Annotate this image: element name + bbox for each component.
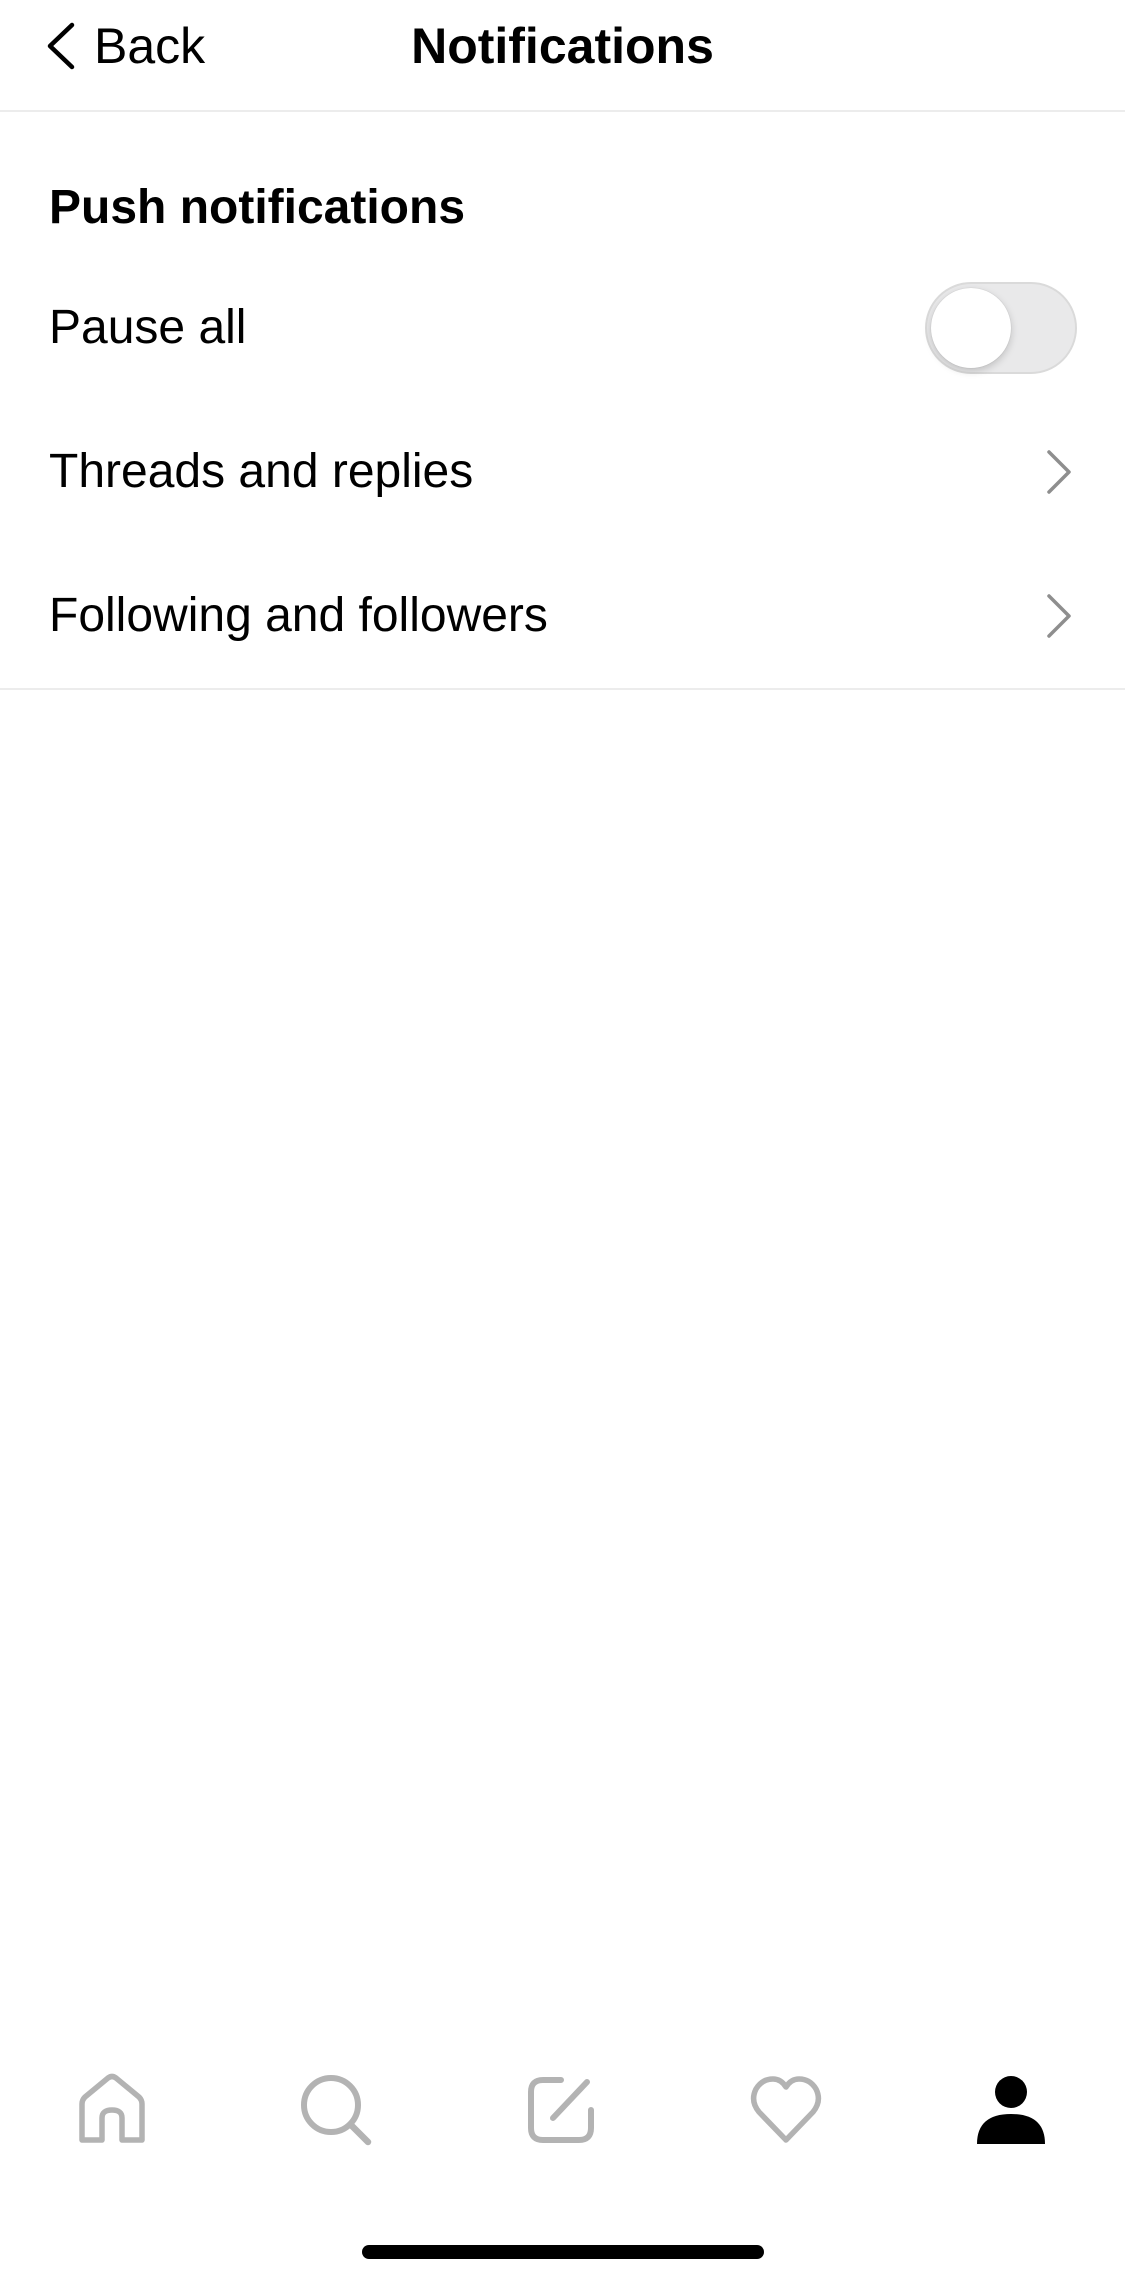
- search-icon: [301, 2075, 372, 2146]
- bottom-tab-bar: [0, 2060, 1125, 2160]
- setting-label: Pause all: [49, 301, 247, 354]
- compose-icon: [528, 2077, 594, 2143]
- tab-home[interactable]: [56, 2060, 168, 2160]
- section-title-push-notifications: Push notifications: [49, 181, 466, 234]
- home-icon: [79, 2073, 145, 2143]
- profile-icon: [977, 2076, 1045, 2144]
- page-title: Notifications: [411, 18, 714, 74]
- home-indicator: [362, 2245, 764, 2259]
- setting-row-threads-and-replies[interactable]: Threads and replies: [0, 402, 1125, 542]
- tab-search[interactable]: [280, 2060, 392, 2160]
- tab-compose[interactable]: [505, 2060, 617, 2160]
- heart-icon: [750, 2076, 822, 2143]
- setting-row-following-and-followers[interactable]: Following and followers: [0, 546, 1125, 686]
- tab-profile[interactable]: [955, 2060, 1067, 2160]
- pause-all-toggle[interactable]: [925, 282, 1077, 374]
- chevron-right-icon: [1047, 450, 1071, 494]
- toggle-knob: [931, 288, 1011, 368]
- setting-label: Following and followers: [49, 589, 548, 642]
- section-divider: [0, 688, 1125, 690]
- navigation-header: Back Notifications: [0, 0, 1125, 112]
- chevron-right-icon: [1047, 594, 1071, 638]
- setting-label: Threads and replies: [49, 445, 474, 498]
- tab-activity[interactable]: [730, 2060, 842, 2160]
